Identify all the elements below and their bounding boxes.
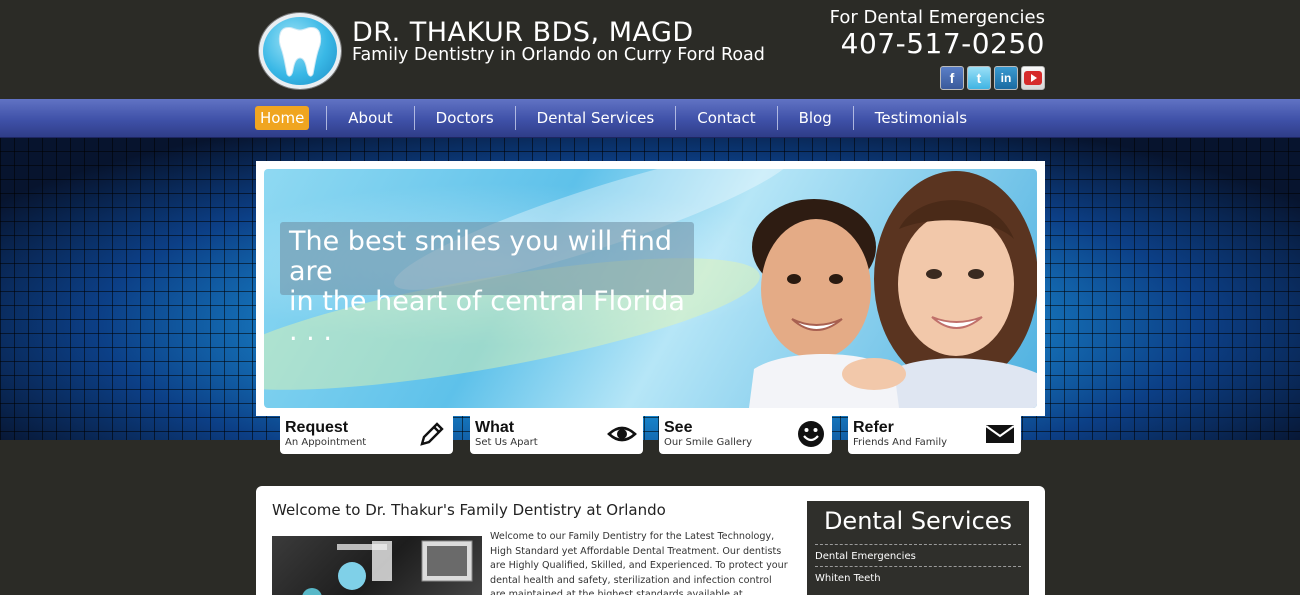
welcome-heading: Welcome to Dr. Thakur's Family Dentistry… [272,501,666,519]
nav-divider [852,106,854,130]
nav-home[interactable]: Home [255,106,310,130]
nav-about[interactable]: About [344,106,396,130]
action-subtitle: Set Us Apart [475,437,538,448]
action-subtitle: Friends And Family [853,437,948,448]
tooth-logo-icon[interactable] [259,13,341,89]
welcome-paragraph: Welcome to our Family Dentistry for the … [490,531,788,595]
hero-tagline: The best smiles you will find are in the… [280,222,694,347]
nav-divider [675,106,677,130]
refer-friends-card[interactable]: Refer Friends And Family [848,416,1021,454]
nav-dental-services[interactable]: Dental Services [533,106,659,130]
action-subtitle: Our Smile Gallery [664,437,753,448]
hero-image: The best smiles you will find are in the… [264,169,1037,408]
smile-gallery-card[interactable]: See Our Smile Gallery [659,416,832,454]
site-header: DR. THAKUR BDS, MAGD Family Dentistry in… [0,0,1300,99]
hero-slider[interactable]: The best smiles you will find are in the… [256,161,1045,416]
hero-tagline-line1: The best smiles you will find are [289,226,673,287]
emergency-phone[interactable]: 407-517-0250 [841,27,1045,60]
eye-icon [607,426,637,442]
nav-testimonials[interactable]: Testimonials [871,106,971,130]
social-links: f t in [940,66,1045,90]
nav-divider [514,106,516,130]
main-content: Welcome to Dr. Thakur's Family Dentistry… [256,486,1045,595]
envelope-icon [985,425,1015,443]
facebook-icon[interactable]: f [940,66,964,90]
sidebar-title: Dental Services [823,507,1013,535]
what-sets-us-apart-card[interactable]: What Set Us Apart [470,416,643,454]
linkedin-icon[interactable]: in [994,66,1018,90]
youtube-icon[interactable] [1021,66,1045,90]
emergency-label: For Dental Emergencies [829,7,1045,28]
hero-tagline-line2: in the heart of central Florida . . . [289,286,685,347]
action-title: Request [285,419,349,436]
twitter-icon[interactable]: t [967,66,991,90]
sidebar-item-whiten-teeth[interactable]: Whiten Teeth [815,566,1021,588]
smiling-couple-image [749,171,1037,408]
action-title: Refer [853,419,894,436]
action-subtitle: An Appointment [285,437,367,448]
smiley-icon [798,421,824,447]
site-title[interactable]: DR. THAKUR BDS, MAGD [352,17,694,48]
request-appointment-card[interactable]: Request An Appointment [280,416,453,454]
nav-divider [326,106,328,130]
action-title: What [475,419,515,436]
main-nav: Home About Doctors Dental Services Conta… [0,99,1300,138]
pencil-icon [420,422,444,446]
nav-divider [413,106,415,130]
dental-office-photo [272,536,482,595]
dental-services-sidebar: Dental Services Dental Emergencies White… [807,501,1029,595]
nav-doctors[interactable]: Doctors [432,106,498,130]
nav-divider [776,106,778,130]
nav-blog[interactable]: Blog [795,106,836,130]
site-subtitle: Family Dentistry in Orlando on Curry For… [352,45,765,65]
action-title: See [664,419,693,436]
nav-contact[interactable]: Contact [693,106,759,130]
sidebar-item-dental-emergencies[interactable]: Dental Emergencies [815,544,1021,566]
